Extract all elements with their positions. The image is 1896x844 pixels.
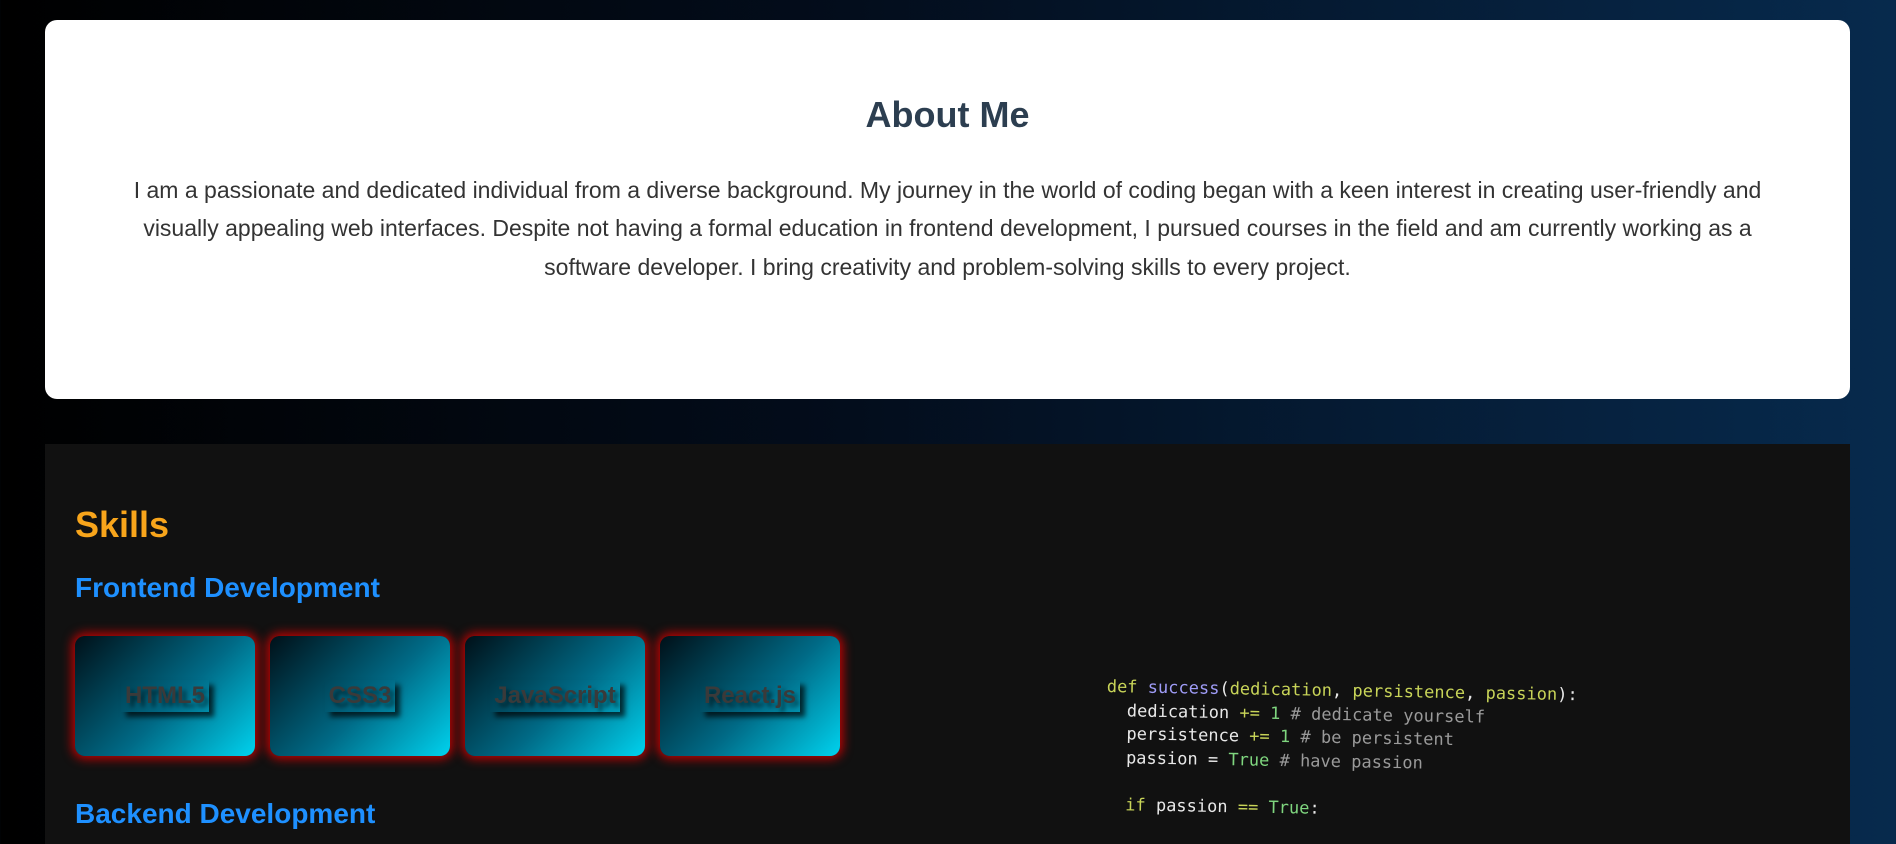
skill-label: JavaScript bbox=[490, 680, 619, 712]
code-snippet-image: def success(dedication, persistence, pas… bbox=[1105, 676, 1578, 825]
skill-card-html5[interactable]: HTML5 bbox=[75, 636, 255, 756]
skill-label: HTML5 bbox=[121, 680, 209, 712]
code-token: passion = bbox=[1105, 747, 1229, 770]
code-token: # be persistent bbox=[1290, 727, 1455, 751]
code-token: == bbox=[1237, 796, 1259, 818]
skill-card-reactjs[interactable]: React.js bbox=[660, 636, 840, 756]
code-token: if bbox=[1104, 794, 1146, 816]
code-token: passion bbox=[1145, 795, 1238, 817]
code-token: persistence bbox=[1105, 723, 1250, 747]
code-token: persistence bbox=[1352, 681, 1466, 704]
code-token: def bbox=[1106, 676, 1138, 698]
code-token: passion bbox=[1485, 683, 1558, 705]
code-token: , bbox=[1331, 680, 1353, 702]
about-section: About Me I am a passionate and dedicated… bbox=[45, 20, 1850, 399]
skills-title: Skills bbox=[75, 504, 170, 545]
frontend-skill-cards: HTML5 CSS3 JavaScript React.js bbox=[75, 636, 840, 756]
code-token: 1 bbox=[1269, 726, 1291, 748]
code-token: True bbox=[1228, 749, 1270, 771]
code-token: # have passion bbox=[1269, 750, 1424, 774]
backend-title: Backend Development bbox=[75, 798, 376, 829]
skills-section: Skills Frontend Development HTML5 CSS3 J… bbox=[45, 444, 1850, 844]
code-token: , bbox=[1464, 683, 1486, 704]
code-token: dedication bbox=[1229, 679, 1333, 701]
skill-label: CSS3 bbox=[325, 680, 396, 712]
code-token: True bbox=[1258, 797, 1310, 819]
about-title: About Me bbox=[865, 94, 1030, 135]
code-token: 1 bbox=[1259, 703, 1281, 724]
code-token: ( bbox=[1219, 678, 1230, 700]
skill-label: React.js bbox=[700, 680, 800, 712]
code-token: # dedicate yourself bbox=[1280, 703, 1486, 728]
code-token: += bbox=[1239, 702, 1261, 724]
code-token: += bbox=[1249, 726, 1270, 747]
code-token: ): bbox=[1557, 684, 1578, 706]
frontend-title: Frontend Development bbox=[75, 572, 380, 603]
skill-card-css3[interactable]: CSS3 bbox=[270, 636, 450, 756]
skill-card-javascript[interactable]: JavaScript bbox=[465, 636, 645, 756]
code-token: success bbox=[1147, 677, 1220, 699]
code-token: dedication bbox=[1106, 700, 1240, 723]
code-token: : bbox=[1309, 798, 1320, 819]
about-text: I am a passionate and dedicated individu… bbox=[133, 176, 1762, 280]
